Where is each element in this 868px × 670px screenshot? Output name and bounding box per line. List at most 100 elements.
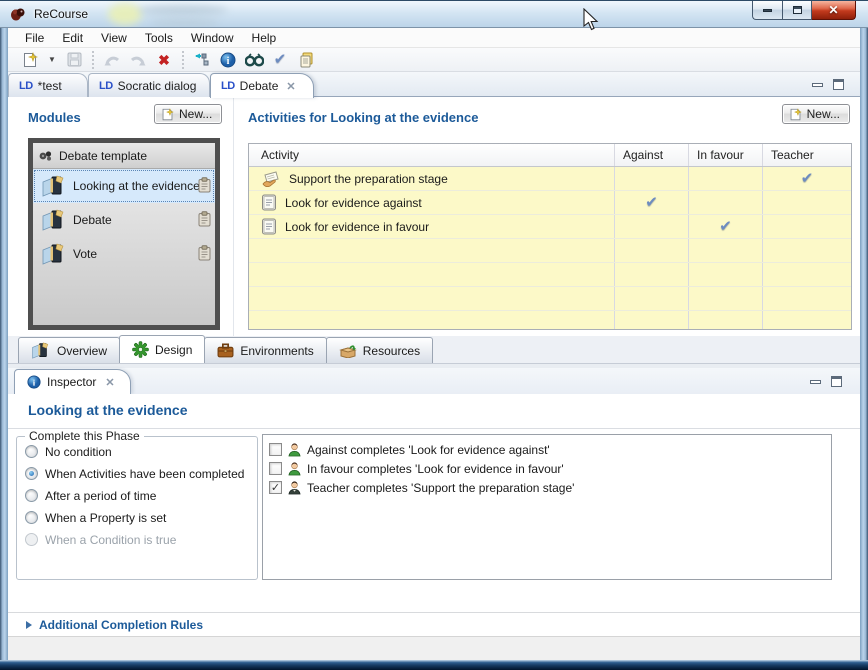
activities-panel: Activities for Looking at the evidence N… — [234, 97, 860, 336]
clipboard-icon[interactable] — [198, 177, 211, 193]
checkbox[interactable] — [269, 462, 282, 475]
radio-when-activities-completed[interactable]: When Activities have been completed — [25, 466, 257, 481]
clipboard-icon[interactable] — [198, 211, 211, 227]
condition-item-against[interactable]: Against completes 'Look for evidence aga… — [269, 440, 825, 459]
inspector-tabbar: i Inspector ✕ — [8, 368, 860, 394]
cell-against[interactable]: ✔ — [615, 191, 689, 214]
new-activity-button[interactable]: New... — [782, 104, 850, 124]
additional-rules-label: Additional Completion Rules — [39, 618, 203, 632]
ld-icon: LD — [221, 80, 235, 92]
table-row-empty[interactable] — [249, 287, 851, 311]
ld-icon: LD — [99, 80, 113, 92]
tab-design[interactable]: Design — [119, 335, 205, 363]
new-file-icon — [161, 108, 174, 121]
new-dropdown-arrow-icon[interactable]: ▼ — [46, 50, 58, 70]
editor-tab-socratic-dialog[interactable]: LD Socratic dialog — [88, 73, 210, 97]
module-item-vote[interactable]: Vote — [33, 237, 215, 271]
hierarchy-icon[interactable] — [192, 50, 212, 70]
column-header-activity[interactable]: Activity — [249, 144, 615, 166]
table-row[interactable]: Support the preparation stage ✔ — [249, 167, 851, 191]
redo-icon-disabled[interactable] — [128, 50, 148, 70]
new-wizard-icon[interactable] — [20, 50, 40, 70]
delete-icon[interactable]: ✖ — [154, 50, 174, 70]
table-row[interactable]: Look for evidence against ✔ — [249, 191, 851, 215]
tab-close-icon[interactable]: ✕ — [283, 79, 298, 94]
maximize-view-icon[interactable] — [833, 79, 844, 90]
column-header-against[interactable]: Against — [615, 144, 689, 166]
menu-help[interactable]: Help — [243, 29, 286, 47]
maximize-button[interactable] — [782, 1, 812, 20]
checkbox[interactable] — [269, 443, 282, 456]
inspector-view: i Inspector ✕ Looking at the evidence Co… — [8, 368, 860, 636]
menu-edit[interactable]: Edit — [53, 29, 92, 47]
modules-title: Modules — [28, 110, 81, 125]
new-module-button[interactable]: New... — [154, 104, 222, 124]
glass-blur-decoration — [138, 5, 228, 15]
cell-against[interactable] — [615, 167, 689, 190]
close-button[interactable]: ✕ — [812, 1, 856, 20]
status-bar — [8, 636, 860, 660]
module-item-looking-at-the-evidence[interactable]: Looking at the evidence — [33, 169, 215, 203]
minimize-view-icon[interactable] — [810, 380, 821, 384]
complete-phase-group: Complete this Phase No condition When Ac… — [16, 436, 258, 580]
menu-view[interactable]: View — [92, 29, 136, 47]
new-module-label: New... — [179, 107, 212, 121]
checkbox-checked[interactable]: ✓ — [269, 481, 282, 494]
tab-label: Overview — [57, 344, 107, 358]
tab-label: Design — [155, 343, 192, 357]
menu-window[interactable]: Window — [182, 29, 243, 47]
editor-tab-test[interactable]: LD *test — [8, 73, 88, 97]
radio-label: When a Property is set — [45, 511, 166, 525]
column-header-teacher[interactable]: Teacher — [763, 144, 851, 166]
tab-resources[interactable]: Resources — [326, 337, 433, 363]
table-row-empty[interactable] — [249, 263, 851, 287]
menu-tools[interactable]: Tools — [136, 29, 182, 47]
cell-teacher[interactable] — [763, 215, 851, 238]
menubar: File Edit View Tools Window Help — [8, 28, 860, 48]
ld-icon: LD — [19, 80, 33, 92]
cell-in-favour[interactable] — [689, 167, 763, 190]
tab-label: Environments — [240, 344, 313, 358]
cell-in-favour[interactable] — [689, 191, 763, 214]
table-row-empty[interactable] — [249, 239, 851, 263]
cell-teacher[interactable]: ✔ — [763, 167, 851, 190]
condition-label: In favour completes 'Look for evidence i… — [307, 462, 564, 476]
tab-close-icon[interactable]: ✕ — [102, 375, 117, 390]
maximize-view-icon[interactable] — [831, 376, 842, 387]
clipboard-icon[interactable] — [198, 245, 211, 261]
activities-table: Activity Against In favour Teacher Suppo… — [248, 143, 852, 330]
condition-item-teacher[interactable]: ✓ Teacher completes 'Support the prepara… — [269, 478, 825, 497]
cell-in-favour[interactable]: ✔ — [689, 215, 763, 238]
info-icon[interactable]: i — [218, 50, 238, 70]
condition-item-in-favour[interactable]: In favour completes 'Look for evidence i… — [269, 459, 825, 478]
tab-overview[interactable]: Overview — [18, 337, 120, 363]
svg-text:i: i — [227, 56, 230, 67]
save-icon-disabled[interactable] — [64, 50, 84, 70]
editor-tab-debate[interactable]: LD Debate ✕ — [210, 73, 314, 98]
cell-teacher[interactable] — [763, 191, 851, 214]
radio-after-period-of-time[interactable]: After a period of time — [25, 488, 257, 503]
module-book-icon — [41, 243, 67, 265]
menu-file[interactable]: File — [16, 29, 53, 47]
editor-tab-label: *test — [38, 79, 62, 93]
inspector-tab[interactable]: i Inspector ✕ — [14, 369, 131, 394]
validate-check-icon[interactable]: ✔ — [270, 50, 290, 70]
copy-properties-icon[interactable] — [296, 50, 316, 70]
tree-root-debate-template[interactable]: Debate template — [33, 143, 215, 169]
app-window: ReCourse ✕ File Edit View Tools Window H… — [0, 0, 868, 670]
module-item-debate[interactable]: Debate — [33, 203, 215, 237]
column-header-in-favour[interactable]: In favour — [689, 144, 763, 166]
search-binoculars-icon[interactable] — [244, 50, 264, 70]
radio-no-condition[interactable]: No condition — [25, 444, 257, 459]
radio-when-property-set[interactable]: When a Property is set — [25, 510, 257, 525]
table-row[interactable]: Look for evidence in favour ✔ — [249, 215, 851, 239]
minimize-button[interactable] — [752, 1, 782, 20]
radio-icon — [25, 445, 38, 458]
undo-icon-disabled[interactable] — [102, 50, 122, 70]
table-row-empty[interactable] — [249, 311, 851, 330]
activity-name: Look for evidence against — [285, 196, 422, 210]
cell-against[interactable] — [615, 215, 689, 238]
additional-completion-rules-toggle[interactable]: Additional Completion Rules — [26, 618, 203, 632]
minimize-view-icon[interactable] — [812, 83, 823, 87]
tab-environments[interactable]: Environments — [204, 337, 326, 363]
